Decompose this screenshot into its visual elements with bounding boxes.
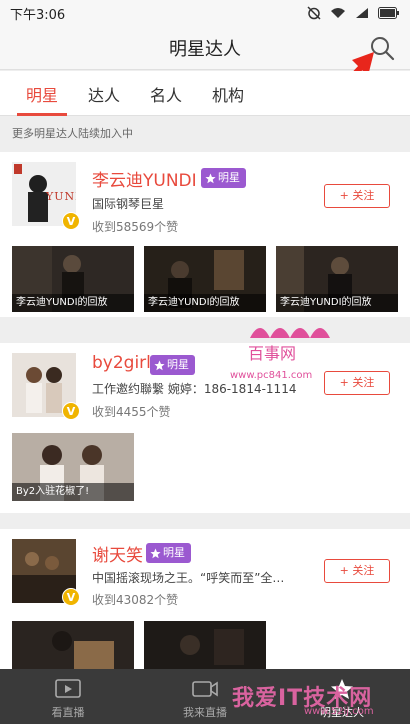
verified-badge: V (62, 212, 80, 230)
star-card-2[interactable]: V by2girl 明星 工作邀约聯繫 婉婷：186-1814-1114 收到4… (0, 343, 410, 513)
star-badge: 明星 (201, 168, 246, 188)
tab-experts[interactable]: 达人 (88, 82, 120, 106)
bottom-nav-label: 明星达人 (320, 706, 364, 719)
star-icon (150, 548, 161, 558)
star-card-3[interactable]: V 谢天笑 明星 中国摇滚现场之王。“呼笑而至”全… 收到43082个赞 + 关… (0, 529, 410, 669)
bottom-nav-label: 我来直播 (183, 706, 227, 719)
video-thumbnail[interactable]: 李云迪YUNDI的回放 (276, 246, 398, 312)
avatar-logo-text: YUNDI (46, 190, 76, 203)
video-caption: 李云迪YUNDI的回放 (144, 294, 266, 312)
star-badge-label: 明星 (163, 546, 185, 559)
status-bar: 下午3:06 (0, 0, 410, 26)
search-button[interactable] (368, 34, 396, 62)
star-name[interactable]: by2girl (92, 353, 151, 373)
star-name[interactable]: 李云迪YUNDI (92, 166, 197, 191)
star-badge-label: 明星 (167, 358, 189, 371)
star-description: 工作邀约聯繫 婉婷：186-1814-1114 (92, 382, 297, 396)
alarm-off-icon (307, 6, 321, 20)
video-thumbnail[interactable]: 李云迪YUNDI的回放 (144, 246, 266, 312)
star-badge: 明星 (150, 355, 195, 375)
follow-button[interactable]: + 关注 (324, 559, 390, 583)
follow-button[interactable]: + 关注 (324, 371, 390, 395)
star-description: 中国摇滚现场之王。“呼笑而至”全… (92, 571, 285, 585)
lotus-icon (250, 328, 330, 338)
video-image (144, 621, 266, 669)
video-caption: By2入驻花椒了! (12, 483, 134, 501)
video-caption: 李云迪YUNDI的回放 (12, 294, 134, 312)
star-card-1[interactable]: YUNDI V 李云迪YUNDI 明星 国际钢琴巨星 收到58569个赞 + 关… (0, 152, 410, 317)
page-title: 明星达人 (169, 39, 241, 60)
tab-celebrities[interactable]: 名人 (150, 82, 182, 106)
bottom-nav-go-live[interactable]: 我来直播 (137, 669, 273, 724)
tab-organizations[interactable]: 机构 (212, 82, 244, 106)
star-name[interactable]: 谢天笑 (92, 541, 143, 566)
wifi-icon (331, 8, 345, 18)
bottom-nav-star-experts[interactable]: 明星达人 (274, 669, 410, 724)
follow-button[interactable]: + 关注 (324, 184, 390, 208)
signal-icon (356, 8, 368, 18)
bottom-nav-watch-live[interactable]: 看直播 (0, 669, 136, 724)
tv-icon (55, 679, 81, 698)
notice-text: 更多明星达人陆续加入中 (0, 120, 410, 148)
star-description: 国际钢琴巨星 (92, 197, 165, 211)
star-badge-label: 明星 (218, 171, 240, 184)
verified-badge: V (62, 588, 80, 606)
star-icon (154, 360, 165, 370)
video-thumbnail[interactable]: By2入驻花椒了! (12, 433, 134, 501)
video-caption: 李云迪YUNDI的回放 (276, 294, 398, 312)
tab-stars[interactable]: 明星 (26, 82, 58, 106)
status-icons (307, 6, 400, 20)
bottom-nav-label: 看直播 (51, 706, 85, 719)
nav-bar: 明星达人 (0, 26, 410, 70)
likes-count: 收到4455个赞 (92, 405, 171, 419)
bottom-nav: 看直播 我来直播 明星达人 (0, 669, 410, 724)
video-thumbnail[interactable] (144, 621, 266, 669)
likes-count: 收到58569个赞 (92, 220, 179, 234)
likes-count: 收到43082个赞 (92, 593, 179, 607)
star-badge: 明星 (146, 543, 191, 563)
verified-badge: V (62, 402, 80, 420)
battery-icon (378, 7, 399, 19)
video-thumbnail[interactable] (12, 621, 134, 669)
category-tabs: 明星 达人 名人 机构 (0, 71, 410, 116)
camera-icon (192, 681, 218, 697)
video-thumbnail[interactable]: 李云迪YUNDI的回放 (12, 246, 134, 312)
star-icon (205, 173, 216, 183)
search-icon (371, 37, 395, 61)
tab-active-indicator (17, 113, 67, 116)
star-icon (331, 679, 353, 699)
status-time: 下午3:06 (10, 7, 66, 23)
video-image (12, 621, 134, 669)
